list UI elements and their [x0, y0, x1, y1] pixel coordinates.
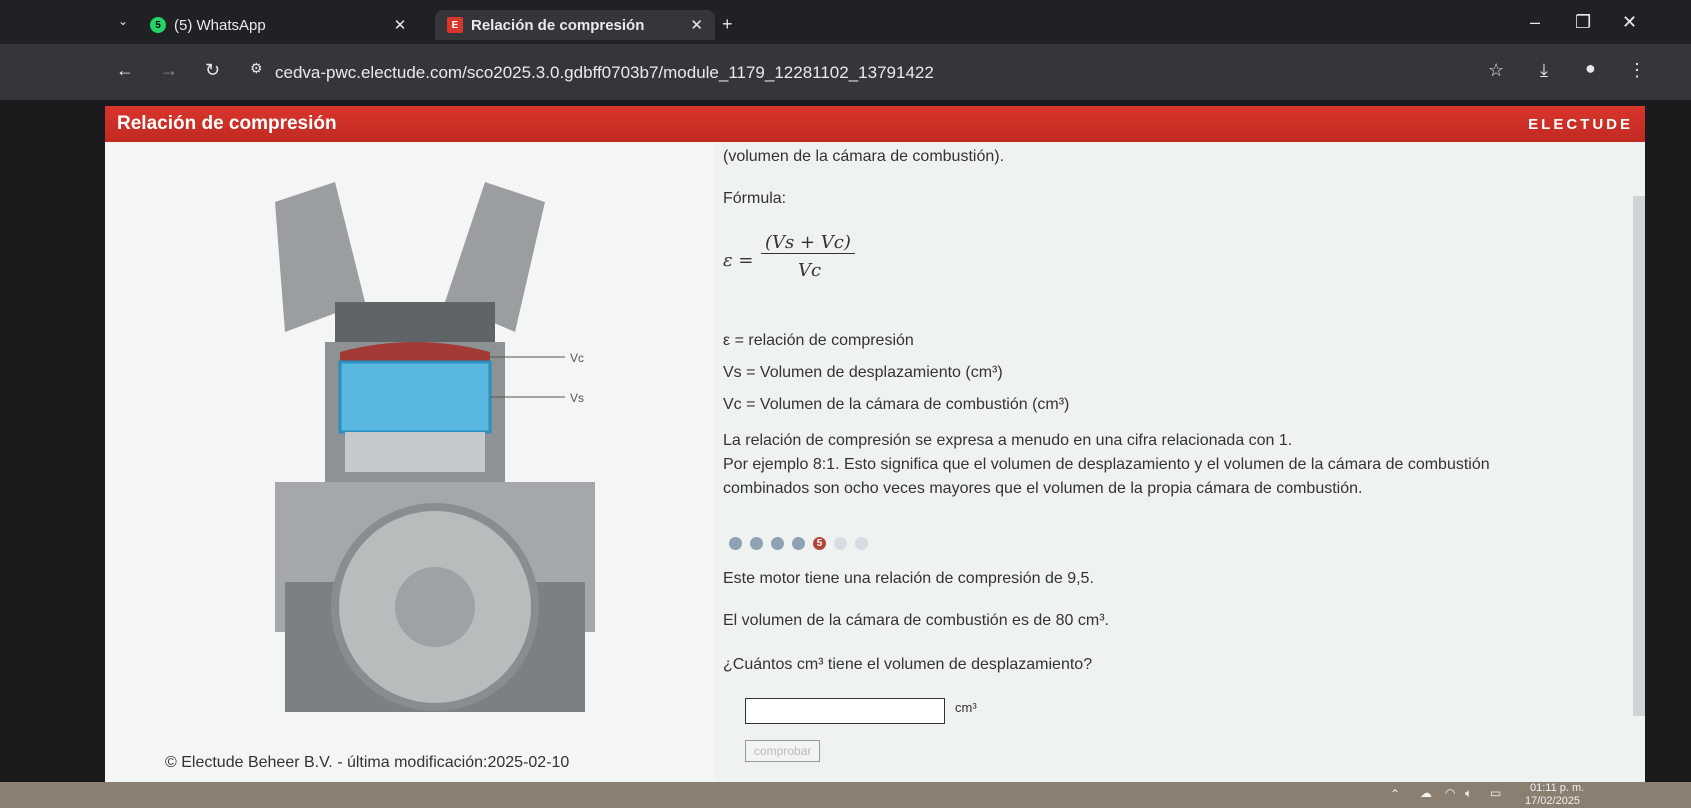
lesson-window: Relación de compresión ELECTUDE Vc Vs © …: [105, 106, 1645, 782]
step-dot[interactable]: [834, 537, 847, 550]
clock-time[interactable]: 01:11 p. m.: [1530, 782, 1584, 794]
question-text: ¿Cuántos cm³ tiene el volumen de desplaz…: [723, 656, 1093, 673]
lesson-title: Relación de compresión: [117, 113, 337, 134]
taskbar: ⌃ ☁ ◠ 🔈︎ ▭ 01:11 p. m. 17/02/2025: [0, 782, 1691, 808]
address-bar: ← → ↻ ⚙ cedva-pwc.electude.com/sco2025.3…: [0, 44, 1691, 100]
step-dot[interactable]: [729, 537, 742, 550]
tab-whatsapp[interactable]: 5 (5) WhatsApp ✕: [150, 10, 406, 40]
electude-icon: E: [447, 17, 463, 33]
answer-input[interactable]: [745, 698, 945, 724]
check-button[interactable]: comprobar: [745, 740, 821, 762]
profile-avatar-icon[interactable]: ●: [1585, 58, 1596, 79]
formula-denominator: Vc: [798, 260, 822, 281]
paragraph: La relación de compresión se expresa a m…: [723, 432, 1293, 449]
vs-label: Vs: [570, 391, 584, 405]
question-text: El volumen de la cámara de combustión es…: [723, 612, 1109, 629]
tab-search-icon[interactable]: ⌄: [118, 14, 128, 28]
definition: Vc = Volumen de la cámara de combustión …: [723, 396, 1070, 413]
paragraph: combinados son ocho veces mayores que el…: [723, 480, 1363, 497]
tray-chevron-icon[interactable]: ⌃: [1390, 787, 1400, 801]
step-dot[interactable]: [771, 537, 784, 550]
back-icon[interactable]: ←: [116, 60, 134, 81]
scrollbar[interactable]: [1633, 196, 1645, 716]
vc-label: Vc: [570, 351, 584, 365]
copyright: © Electude Beheer B.V. - última modifica…: [165, 754, 570, 771]
step-dot[interactable]: [855, 537, 868, 550]
wifi-icon[interactable]: ◠: [1445, 786, 1455, 800]
engine-diagram: Vc Vs © Electude Beheer B.V. - última mo…: [105, 142, 715, 782]
question-text: Este motor tiene una relación de compres…: [723, 570, 1094, 587]
menu-icon[interactable]: ⋮: [1628, 60, 1646, 81]
site-settings-icon[interactable]: ⚙: [250, 60, 263, 77]
step-dot[interactable]: [750, 537, 763, 550]
url-field[interactable]: cedva-pwc.electude.com/sco2025.3.0.gdbff…: [275, 63, 934, 83]
tab-label: (5) WhatsApp: [174, 16, 266, 34]
close-tab-icon[interactable]: ✕: [394, 16, 407, 34]
step-dot-current[interactable]: 5: [813, 537, 826, 550]
lesson-header: Relación de compresión ELECTUDE: [105, 106, 1645, 142]
tab-relacion[interactable]: E Relación de compresión ✕: [435, 10, 715, 40]
close-window-icon[interactable]: ✕: [1622, 12, 1637, 33]
unit-label: cm³: [955, 700, 977, 715]
minimize-icon[interactable]: –: [1530, 12, 1540, 33]
restore-icon[interactable]: ❐: [1575, 12, 1591, 33]
formula-numerator: (Vs + Vc): [761, 232, 855, 254]
formula-label: Fórmula:: [723, 190, 787, 207]
step-dot[interactable]: [792, 537, 805, 550]
download-icon[interactable]: ⤓: [1540, 60, 1548, 81]
formula-lhs: ε =: [723, 250, 754, 271]
cloud-icon[interactable]: ☁: [1420, 786, 1432, 800]
whatsapp-icon: 5: [150, 17, 166, 33]
battery-icon[interactable]: ▭: [1490, 786, 1501, 800]
bookmark-star-icon[interactable]: ☆: [1488, 60, 1504, 81]
paragraph: Por ejemplo 8:1. Esto significa que el v…: [723, 456, 1490, 473]
browser-tab-bar: ⌄ 5 (5) WhatsApp ✕ E Relación de compres…: [0, 0, 1691, 44]
close-tab-icon[interactable]: ✕: [690, 16, 703, 34]
definition: Vs = Volumen de desplazamiento (cm³): [723, 364, 1003, 381]
engine-cutaway-illustration: Vc Vs: [275, 182, 595, 712]
clock-date[interactable]: 17/02/2025: [1525, 795, 1580, 807]
step-indicator: 5: [729, 537, 868, 550]
definition: ε = relación de compresión: [723, 332, 914, 349]
reload-icon[interactable]: ↻: [205, 60, 220, 81]
volume-icon[interactable]: 🔈︎: [1465, 786, 1472, 801]
new-tab-icon[interactable]: +: [722, 14, 733, 35]
intro-text: (volumen de la cámara de combustión).: [723, 148, 1005, 165]
forward-icon[interactable]: →: [160, 60, 178, 81]
tab-label: Relación de compresión: [471, 16, 645, 34]
electude-logo: ELECTUDE: [1528, 115, 1633, 133]
